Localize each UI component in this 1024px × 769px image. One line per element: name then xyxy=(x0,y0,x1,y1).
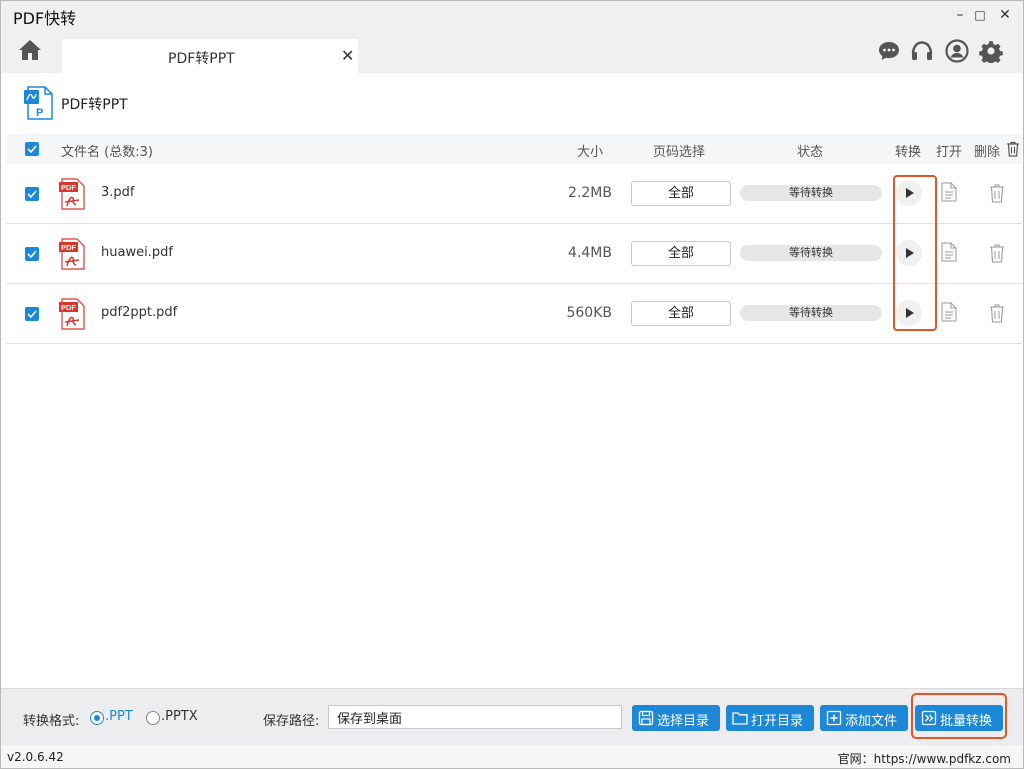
batch-convert-highlight xyxy=(911,693,1007,739)
table-header: 文件名 (总数:3) 大小 页码选择 状态 转换 打开 删除 xyxy=(6,134,1022,164)
pdf-to-ppt-icon: P xyxy=(23,85,55,121)
delete-row-icon[interactable] xyxy=(989,243,1005,263)
page-select-button[interactable]: 全部 xyxy=(631,241,731,266)
row-checkbox[interactable] xyxy=(25,307,39,321)
file-name: huawei.pdf xyxy=(101,245,173,260)
chat-icon[interactable] xyxy=(877,39,901,63)
format-ppt-radio[interactable] xyxy=(90,711,104,725)
header-status: 状态 xyxy=(797,145,824,160)
file-name: pdf2ppt.pdf xyxy=(101,305,178,320)
page-select-button[interactable]: 全部 xyxy=(631,301,731,326)
header-convert: 转换 xyxy=(895,145,922,160)
file-size: 560KB xyxy=(566,305,612,321)
pdf-file-icon: PDF xyxy=(59,178,85,210)
delete-all-icon[interactable] xyxy=(1006,141,1020,157)
choose-directory-label: 选择目录 xyxy=(657,714,710,729)
open-file-icon[interactable] xyxy=(941,182,957,202)
minimize-button[interactable]: – xyxy=(949,5,971,25)
delete-row-icon[interactable] xyxy=(989,303,1005,323)
tab-bar: PDF转PPT ✕ xyxy=(1,29,1023,73)
status-footer: v2.0.6.42 官网：https://www.pdfkz.com xyxy=(1,747,1023,768)
header-size: 大小 xyxy=(577,145,604,160)
file-name: 3.pdf xyxy=(101,185,135,200)
svg-text:PDF: PDF xyxy=(61,303,76,312)
choose-directory-button[interactable]: 选择目录 xyxy=(632,705,720,731)
open-directory-button[interactable]: 打开目录 xyxy=(726,705,814,731)
close-tab-icon[interactable]: ✕ xyxy=(341,46,354,65)
row-checkbox[interactable] xyxy=(25,187,39,201)
format-pptx-radio[interactable] xyxy=(146,711,160,725)
page-select-button[interactable]: 全部 xyxy=(631,181,731,206)
open-directory-label: 打开目录 xyxy=(751,714,804,729)
close-window-button[interactable]: ✕ xyxy=(994,5,1016,25)
title-bar: PDF快转 – □ ✕ xyxy=(1,1,1023,29)
app-title: PDF快转 xyxy=(13,9,77,28)
add-icon xyxy=(826,710,842,726)
tab-pdf-to-ppt[interactable]: PDF转PPT ✕ xyxy=(62,39,358,73)
table-row: PDF 3.pdf 2.2MB 全部 等待转换 xyxy=(6,164,1022,224)
save-path-label: 保存路径: xyxy=(263,714,320,729)
svg-text:PDF: PDF xyxy=(61,243,76,252)
file-size: 2.2MB xyxy=(568,185,612,201)
status-badge: 等待转换 xyxy=(740,245,882,261)
pdf-file-icon: PDF xyxy=(59,238,85,270)
website-link[interactable]: 官网：https://www.pdfkz.com xyxy=(838,750,1011,767)
format-ppt-label[interactable]: .PPT xyxy=(105,709,133,724)
status-badge: 等待转换 xyxy=(740,185,882,201)
maximize-button[interactable]: □ xyxy=(969,5,991,25)
row-checkbox[interactable] xyxy=(25,247,39,261)
add-file-label: 添加文件 xyxy=(845,714,898,729)
table-row: PDF pdf2ppt.pdf 560KB 全部 等待转换 xyxy=(6,284,1022,344)
format-label: 转换格式: xyxy=(23,714,80,729)
bottom-toolbar: 转换格式: .PPT .PPTX 保存路径: 选择目录 打开目录 添加文件 批量… xyxy=(1,688,1023,746)
svg-text:P: P xyxy=(36,107,43,119)
delete-row-icon[interactable] xyxy=(989,183,1005,203)
tab-label: PDF转PPT xyxy=(168,51,235,67)
settings-icon[interactable] xyxy=(979,39,1003,66)
save-path-input[interactable] xyxy=(328,705,622,729)
pdf-file-icon: PDF xyxy=(59,298,85,330)
home-icon[interactable] xyxy=(18,39,42,61)
open-file-icon[interactable] xyxy=(941,242,957,262)
header-pages: 页码选择 xyxy=(653,145,706,160)
header-delete: 删除 xyxy=(974,145,1001,160)
select-all-checkbox[interactable] xyxy=(25,142,39,156)
status-badge: 等待转换 xyxy=(740,305,882,321)
headset-icon[interactable] xyxy=(910,39,934,63)
format-pptx-label[interactable]: .PPTX xyxy=(161,709,198,724)
table-row: PDF huawei.pdf 4.4MB 全部 等待转换 xyxy=(6,224,1022,284)
version-text: v2.0.6.42 xyxy=(7,750,64,764)
save-icon xyxy=(638,710,654,726)
page-title: PDF转PPT xyxy=(61,97,128,113)
app-window: PDF快转 – □ ✕ PDF转PPT ✕ P PDF转PPT 文件名 (总数:… xyxy=(0,0,1024,769)
add-file-button[interactable]: 添加文件 xyxy=(820,705,908,731)
header-open: 打开 xyxy=(936,145,963,160)
header-filename: 文件名 (总数:3) xyxy=(61,145,153,160)
svg-text:PDF: PDF xyxy=(61,183,76,192)
open-file-icon[interactable] xyxy=(941,302,957,322)
file-size: 4.4MB xyxy=(568,245,612,261)
convert-column-highlight xyxy=(893,175,937,331)
folder-icon xyxy=(732,710,748,726)
user-icon[interactable] xyxy=(945,39,969,63)
